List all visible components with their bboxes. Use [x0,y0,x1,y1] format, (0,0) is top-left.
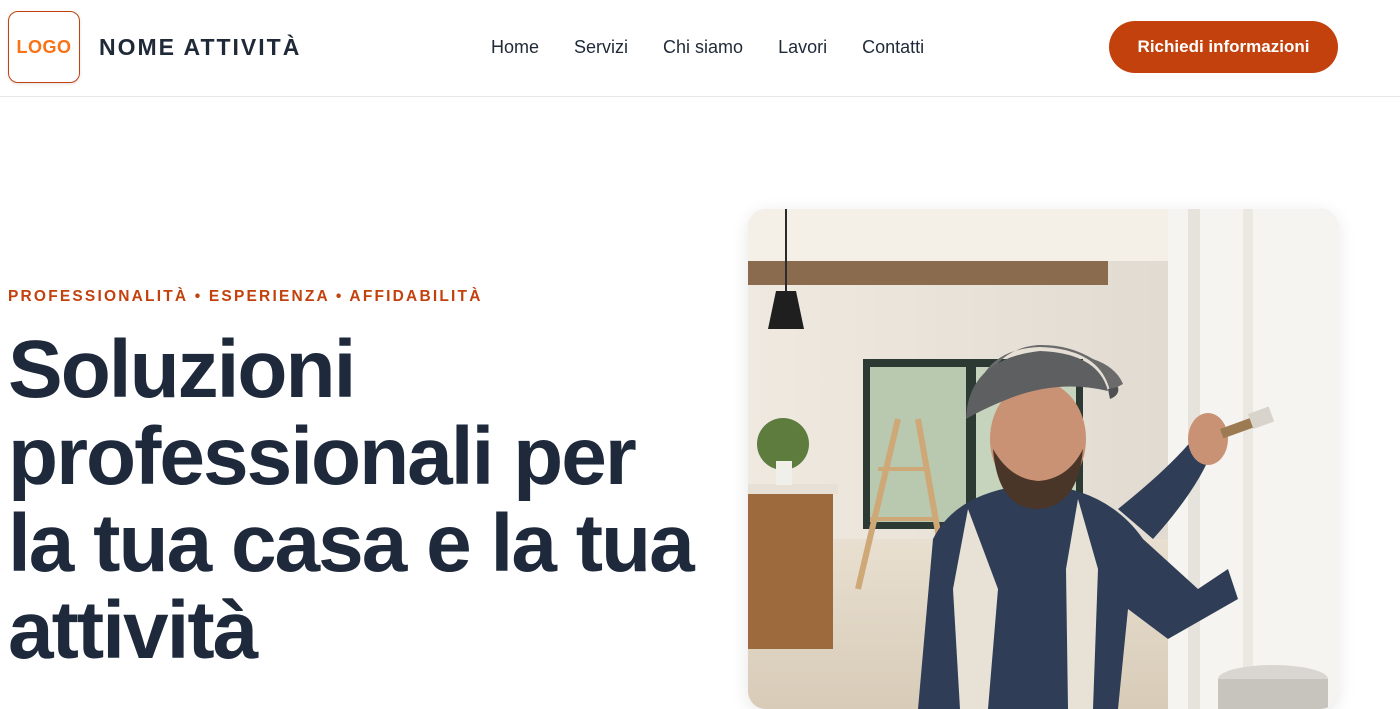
logo-text: LOGO [16,36,72,57]
painter-working-photo [748,209,1338,709]
brand-name[interactable]: NOME ATTIVITÀ [99,34,301,61]
main-nav: Home Servizi Chi siamo Lavori Contatti [491,36,924,58]
hero-headline: Soluzioni professionali per la tua casa … [8,324,695,676]
hero-image [748,209,1338,709]
logo[interactable]: LOGO [8,11,80,83]
hero-tagline: PROFESSIONALITÀ • ESPERIENZA • AFFIDABIL… [8,288,483,305]
nav-contatti[interactable]: Contatti [862,36,924,58]
nav-lavori[interactable]: Lavori [778,36,827,58]
nav-chi-siamo[interactable]: Chi siamo [663,36,743,58]
request-info-button[interactable]: Richiedi informazioni [1109,21,1338,73]
nav-home[interactable]: Home [491,36,539,58]
nav-servizi[interactable]: Servizi [574,36,628,58]
site-header: LOGO NOME ATTIVITÀ Home Servizi Chi siam… [0,0,1400,97]
